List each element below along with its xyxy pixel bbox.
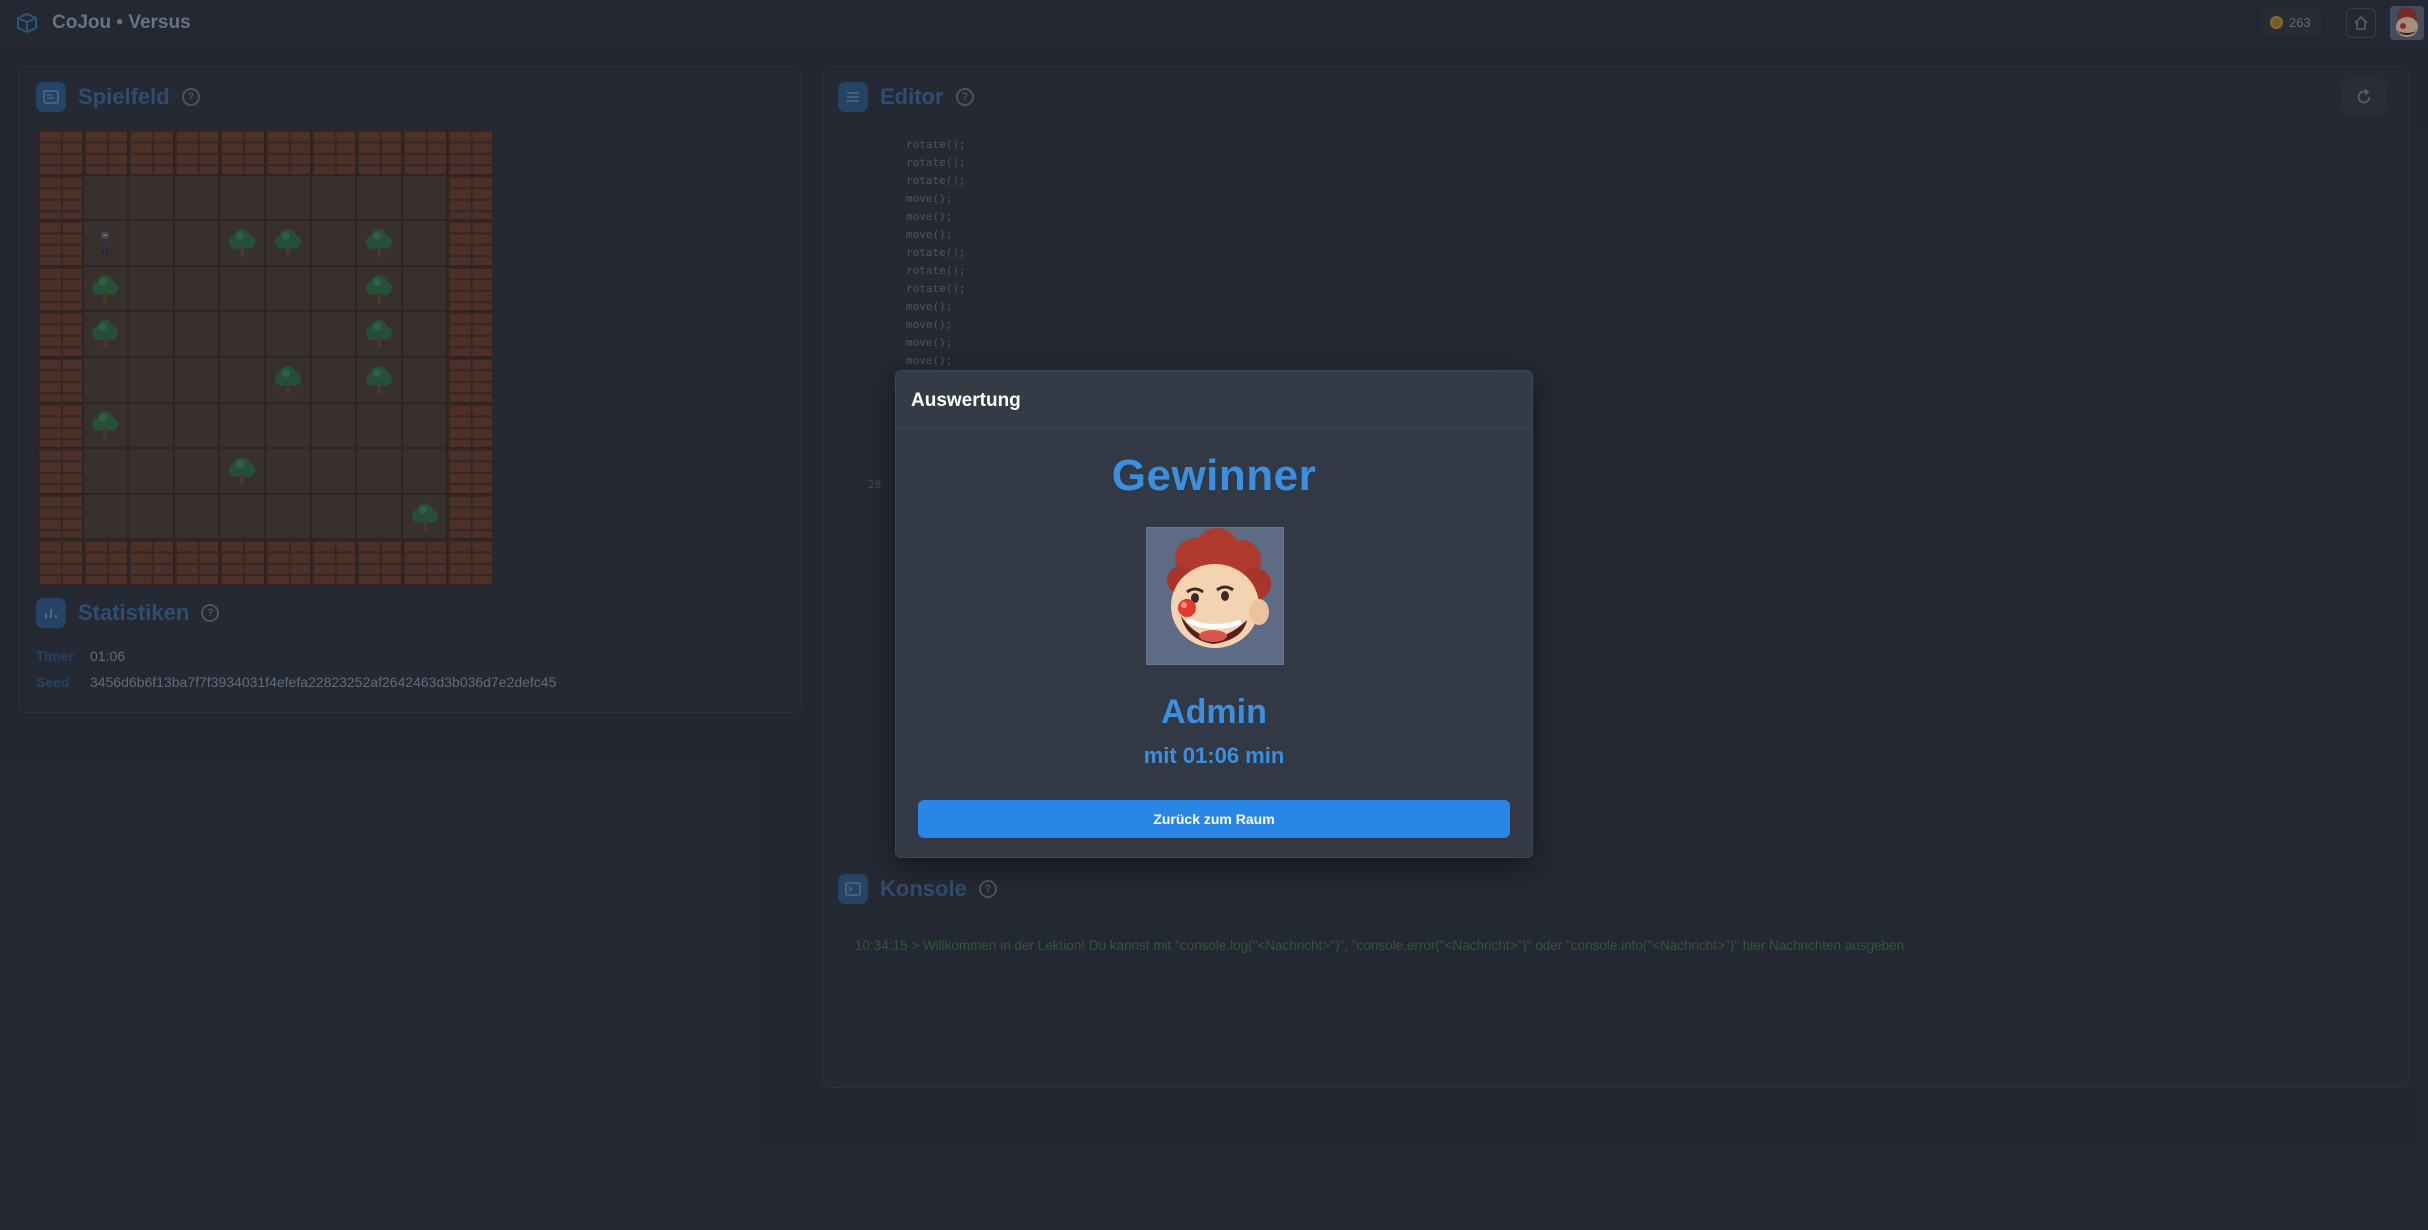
winner-name: Admin	[1161, 693, 1267, 731]
clown-avatar-icon	[1147, 528, 1283, 664]
winner-time: mit 01:06 min	[1143, 743, 1285, 768]
result-dialog: Auswertung Gewinner Admin mit 01:06 min …	[895, 370, 1533, 858]
dialog-header: Auswertung	[896, 371, 1532, 429]
back-to-room-button[interactable]: Zurück zum Raum	[918, 800, 1510, 838]
winner-avatar	[1146, 527, 1284, 665]
dialog-title: Auswertung	[911, 390, 1021, 411]
winner-heading: Gewinner	[1111, 451, 1317, 500]
